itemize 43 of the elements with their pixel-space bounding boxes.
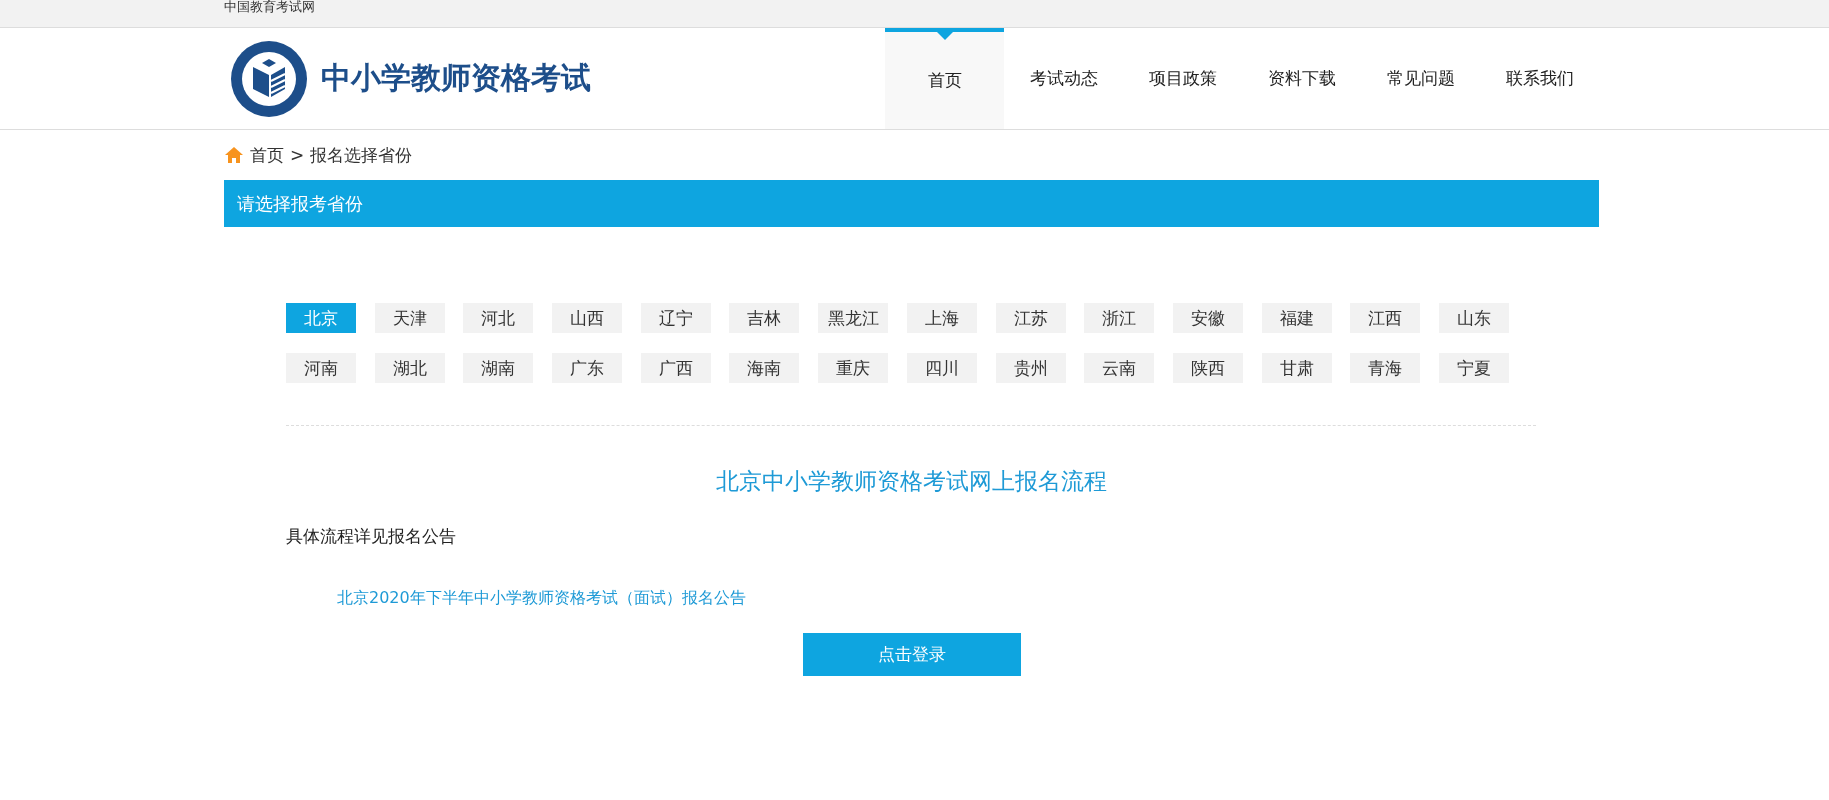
province-button[interactable]: 天津 [374,303,445,333]
home-icon [224,146,244,164]
section-title-bar: 请选择报考省份 [224,180,1599,227]
province-button[interactable]: 贵州 [995,353,1066,383]
province-button[interactable]: 河北 [463,303,534,333]
site-title: 中小学教师资格考试 [321,59,591,97]
province-button[interactable]: 辽宁 [640,303,711,333]
process-note: 具体流程详见报名公告 [286,525,457,548]
breadcrumb-current[interactable]: 报名选择省份 [310,143,413,167]
province-button[interactable]: 陕西 [1172,353,1243,383]
province-button[interactable]: 江苏 [995,303,1066,333]
nav-link[interactable]: 联系我们 [1480,28,1599,129]
province-button[interactable]: 上海 [906,303,977,333]
province-button[interactable]: 甘肃 [1261,353,1332,383]
site-name[interactable]: 中国教育考试网 [224,0,315,14]
breadcrumb-separator: > [290,145,305,165]
province-button[interactable]: 江西 [1350,303,1421,333]
province-button[interactable]: 黑龙江 [818,303,889,333]
province-button[interactable]: 安徽 [1172,303,1243,333]
province-button[interactable]: 四川 [906,353,977,383]
province-button[interactable]: 云南 [1084,353,1155,383]
nav-link[interactable]: 首页 [885,28,1004,129]
province-button[interactable]: 福建 [1261,303,1332,333]
nav-link[interactable]: 常见问题 [1361,28,1480,129]
province-button[interactable]: 山东 [1438,303,1509,333]
province-button[interactable]: 河南 [286,353,356,383]
breadcrumb-link[interactable]: 首页 [250,143,284,167]
province-button[interactable]: 广西 [640,353,711,383]
province-button[interactable]: 浙江 [1084,303,1155,333]
nav-link[interactable]: 考试动态 [1004,28,1123,129]
province-button[interactable]: 吉林 [729,303,800,333]
province-button[interactable]: 宁夏 [1438,353,1509,383]
province-button[interactable]: 湖北 [374,353,445,383]
emblem-icon [229,38,309,119]
nav-link[interactable]: 资料下载 [1242,28,1361,129]
province-button[interactable]: 重庆 [818,353,889,383]
process-title: 北京中小学教师资格考试网上报名流程 [715,467,1108,496]
nav-link[interactable]: 项目政策 [1123,28,1242,129]
province-button[interactable]: 青海 [1350,353,1421,383]
province-button[interactable]: 湖南 [463,353,534,383]
province-button[interactable]: 广东 [552,353,623,383]
province-button[interactable]: 海南 [729,353,800,383]
province-button[interactable]: 山西 [552,303,623,333]
